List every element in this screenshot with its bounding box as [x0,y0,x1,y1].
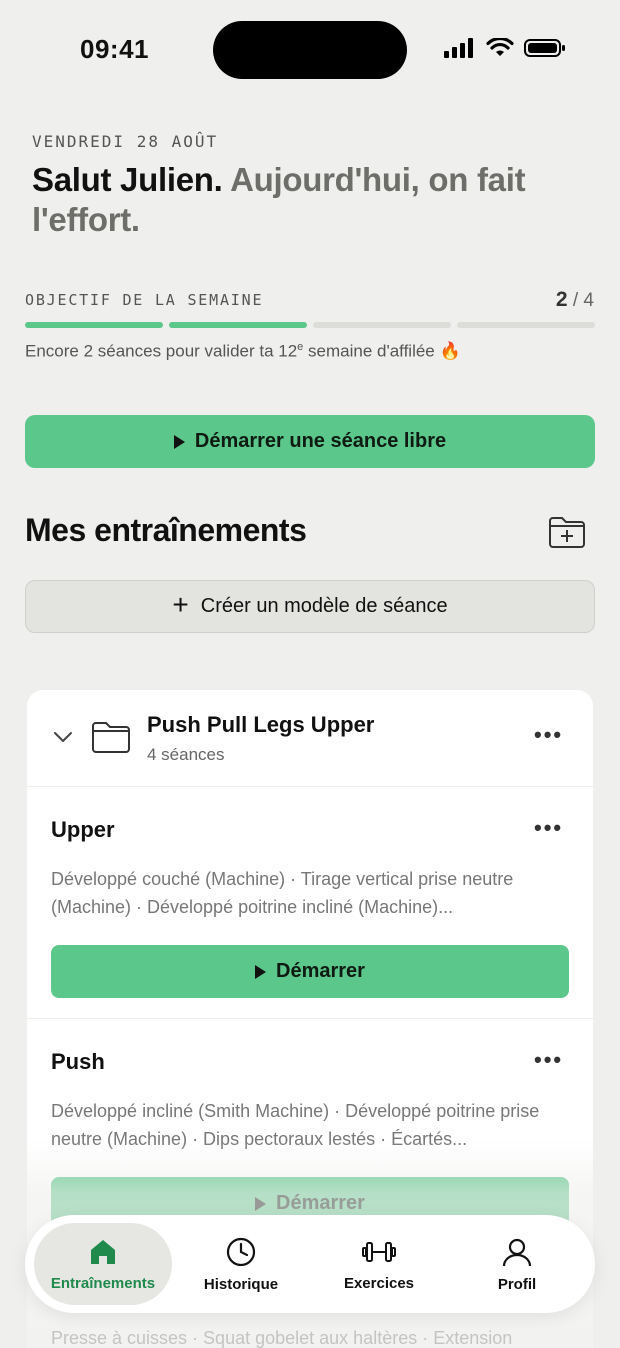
start-free-session-label: Démarrer une séance libre [194,430,447,452]
signal-icon [444,38,473,58]
tab-entrainements[interactable]: Entraînements [34,1223,172,1305]
more-icon[interactable]: ••• [534,815,563,841]
tab-bar: Entraînements Historique Exercices Profi… [25,1215,595,1313]
more-icon[interactable]: ••• [534,722,563,748]
tab-exercices[interactable]: Exercices [310,1223,448,1305]
greeting-name: Salut Julien. [32,161,223,198]
progress-segment [457,322,595,328]
plus-icon: + [172,589,189,620]
goal-done: 2 [555,288,568,311]
weekly-goal-count: 2 / 4 [556,288,594,312]
create-template-button[interactable]: + Créer un modèle de séance [25,580,595,633]
create-template-label: Créer un modèle de séance [200,595,448,617]
start-workout-label: Démarrer [276,1192,365,1214]
workout-description: Développé couché (Machine) · Tirage vert… [51,869,514,917]
start-free-session-button[interactable]: Démarrer une séance libre [25,415,595,468]
folder-count: 4 séances [147,745,225,764]
tab-label: Profil [497,1275,537,1293]
new-folder-icon[interactable] [548,515,586,549]
play-icon [173,434,185,449]
tab-label: Entraînements [50,1274,156,1292]
tab-label: Historique [203,1275,279,1293]
user-icon [502,1238,532,1266]
goal-total: 4 [583,290,594,311]
tab-historique[interactable]: Historique [172,1223,310,1305]
start-workout-label: Démarrer [276,960,365,982]
progress-segment [169,322,307,328]
status-bar: 09:41 [0,0,620,100]
workout-description: Développé incliné (Smith Machine) · Déve… [51,1101,540,1149]
workout-name: Upper [51,817,115,842]
weekly-goal-label: OBJECTIF DE LA SEMAINE [25,291,264,309]
progress-segment [25,322,163,328]
folder-header[interactable]: Push Pull Legs Upper 4 séances ••• [27,690,593,787]
status-icons [444,38,566,58]
clock-icon [226,1237,256,1266]
dumbbell-icon [362,1241,396,1262]
folder-icon [92,722,130,753]
start-workout-button[interactable]: Démarrer [51,945,569,998]
current-date: VENDREDI 28 AOÛT [32,132,219,151]
tab-profil[interactable]: Profil [448,1223,586,1305]
workout-name: Push [51,1049,105,1074]
goal-separator: / [567,290,584,311]
workout-description: Presse à cuisses · Squat gobelet aux hal… [51,1328,513,1348]
weekly-goal-note: Encore 2 séances pour valider ta 12e sem… [25,341,461,361]
play-icon [255,1196,267,1211]
play-icon [255,964,267,979]
battery-icon [524,39,565,57]
workout-item[interactable]: Upper ••• Développé couché (Machine) · T… [27,787,593,1019]
tab-label: Exercices [343,1274,415,1292]
more-icon[interactable]: ••• [534,1047,563,1073]
status-time: 09:41 [80,34,149,64]
home-icon [91,1239,115,1264]
chevron-down-icon[interactable] [53,730,73,744]
weekly-goal-progress [25,322,595,328]
dynamic-island [213,21,407,79]
folder-name: Push Pull Legs Upper [147,712,375,737]
section-title: Mes entraînements [25,512,307,548]
greeting: Salut Julien. Aujourd'hui, on fait l'eff… [32,160,592,240]
progress-segment [313,322,451,328]
wifi-icon [486,38,514,56]
